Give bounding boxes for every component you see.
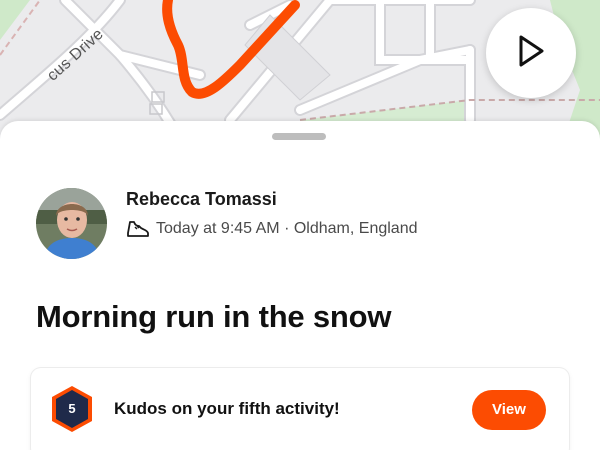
activity-time-location: Today at 9:45 AM · Oldham, England (156, 220, 418, 237)
play-icon (516, 34, 546, 73)
play-button[interactable] (486, 8, 576, 98)
drag-handle[interactable] (272, 133, 326, 140)
milestone-badge: 5 (49, 384, 95, 434)
running-shoe-icon (126, 218, 150, 240)
athlete-avatar[interactable] (36, 188, 107, 259)
activity-meta: Today at 9:45 AM · Oldham, England (126, 217, 417, 241)
kudos-message: Kudos on your fifth activity! (114, 399, 340, 418)
view-button[interactable]: View (472, 390, 546, 430)
athlete-name[interactable]: Rebecca Tomassi (126, 189, 277, 210)
activity-sheet: Rebecca Tomassi Today at 9:45 AM · Oldha… (0, 121, 600, 450)
activity-title[interactable]: Morning run in the snow (36, 299, 392, 335)
kudos-card[interactable]: 5 Kudos on your fifth activity! View (31, 368, 569, 450)
badge-number: 5 (68, 401, 76, 416)
